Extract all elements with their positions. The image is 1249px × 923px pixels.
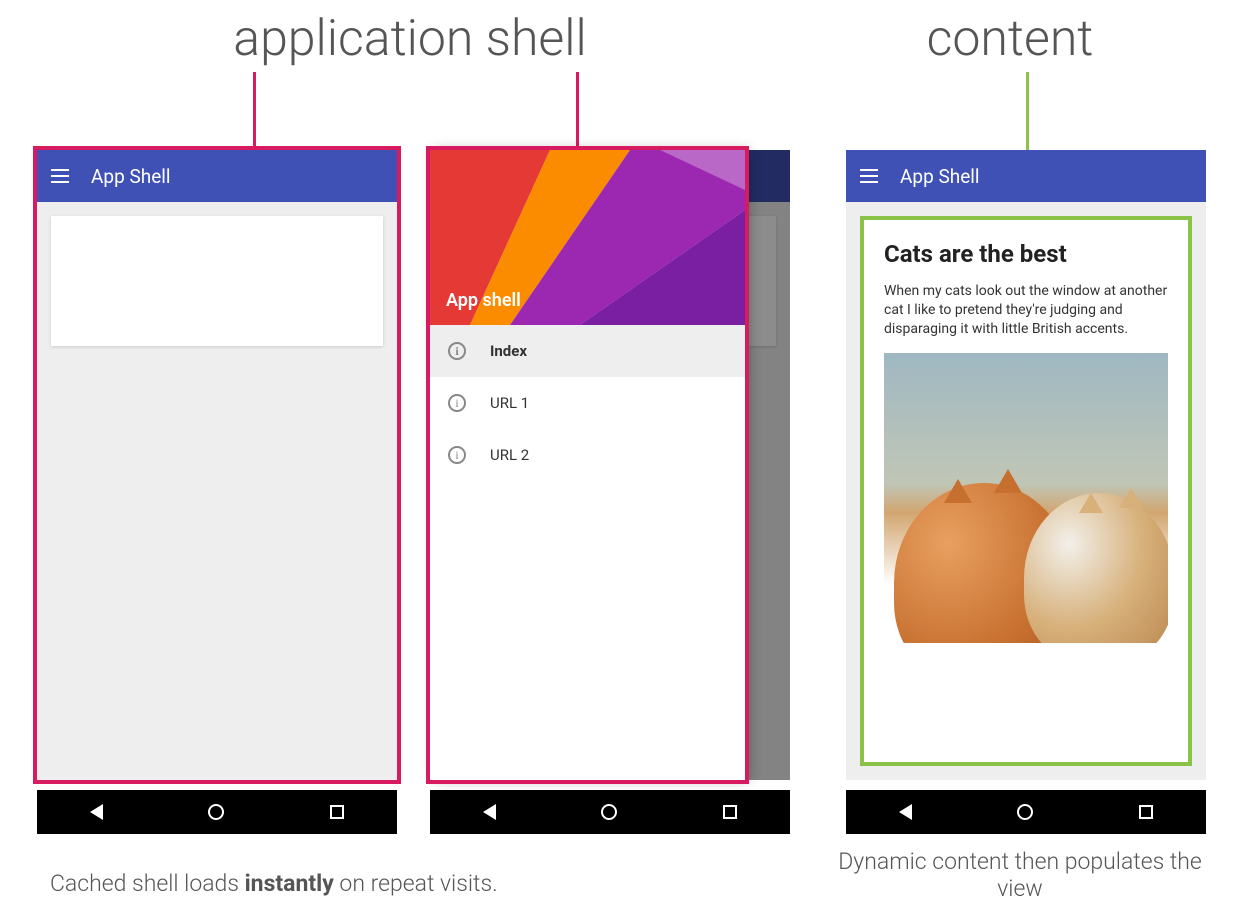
hamburger-icon[interactable] <box>860 169 878 183</box>
appbar: App Shell <box>37 150 397 202</box>
drawer-title: App shell <box>446 290 521 311</box>
recent-icon[interactable] <box>723 805 737 819</box>
caption-left-bold: instantly <box>245 870 334 897</box>
drawer-item-label: URL 1 <box>490 394 529 412</box>
info-icon: i <box>448 342 466 360</box>
caption-left-post: on repeat visits. <box>334 870 498 897</box>
nav-drawer: App shell i Index i URL 1 i URL 2 <box>430 150 745 780</box>
content-card: Cats are the best When my cats look out … <box>860 216 1192 766</box>
home-icon[interactable] <box>601 804 617 820</box>
cat-ear-icon <box>994 469 1022 493</box>
recent-icon[interactable] <box>330 805 344 819</box>
drawer-item-url1[interactable]: i URL 1 <box>430 377 745 429</box>
heading-application-shell: application shell <box>160 10 660 68</box>
article-body: When my cats look out the window at anot… <box>884 282 1168 339</box>
back-icon[interactable] <box>483 804 496 820</box>
phone-shell-drawer: App shell i Index i URL 1 i URL 2 <box>430 150 790 780</box>
appbar-title: App Shell <box>900 165 980 188</box>
appbar-title: App Shell <box>91 165 171 188</box>
caption-right: Dynamic content then populates the view <box>820 848 1220 902</box>
android-navbar <box>846 790 1206 834</box>
android-navbar <box>37 790 397 834</box>
article-title: Cats are the best <box>884 240 1168 268</box>
heading-content: content <box>880 10 1140 68</box>
home-icon[interactable] <box>1017 804 1033 820</box>
drawer-header: App shell <box>430 150 745 325</box>
back-icon[interactable] <box>90 804 103 820</box>
info-icon: i <box>448 394 466 412</box>
recent-icon[interactable] <box>1139 805 1153 819</box>
android-navbar <box>430 790 790 834</box>
caption-left-pre: Cached shell loads <box>50 870 245 897</box>
cat-ear-icon <box>1119 488 1143 508</box>
drawer-item-label: URL 2 <box>490 446 529 464</box>
cat-ear-icon <box>944 479 972 503</box>
phone-shell-empty: App Shell <box>37 150 397 780</box>
empty-card <box>51 216 383 346</box>
content-area <box>37 202 397 780</box>
drawer-item-url2[interactable]: i URL 2 <box>430 429 745 481</box>
caption-left: Cached shell loads instantly on repeat v… <box>50 870 750 897</box>
connector-line-shell-left <box>253 72 256 150</box>
article-image <box>884 353 1168 643</box>
phone-content: App Shell Cats are the best When my cats… <box>846 150 1206 780</box>
home-icon[interactable] <box>208 804 224 820</box>
drawer-item-label: Index <box>490 342 527 360</box>
back-icon[interactable] <box>899 804 912 820</box>
content-area: Cats are the best When my cats look out … <box>846 202 1206 780</box>
cat-ear-icon <box>1079 493 1103 513</box>
connector-line-shell-right <box>576 72 579 150</box>
drawer-item-index[interactable]: i Index <box>430 325 745 377</box>
info-icon: i <box>448 446 466 464</box>
hamburger-icon[interactable] <box>51 169 69 183</box>
appbar: App Shell <box>846 150 1206 202</box>
